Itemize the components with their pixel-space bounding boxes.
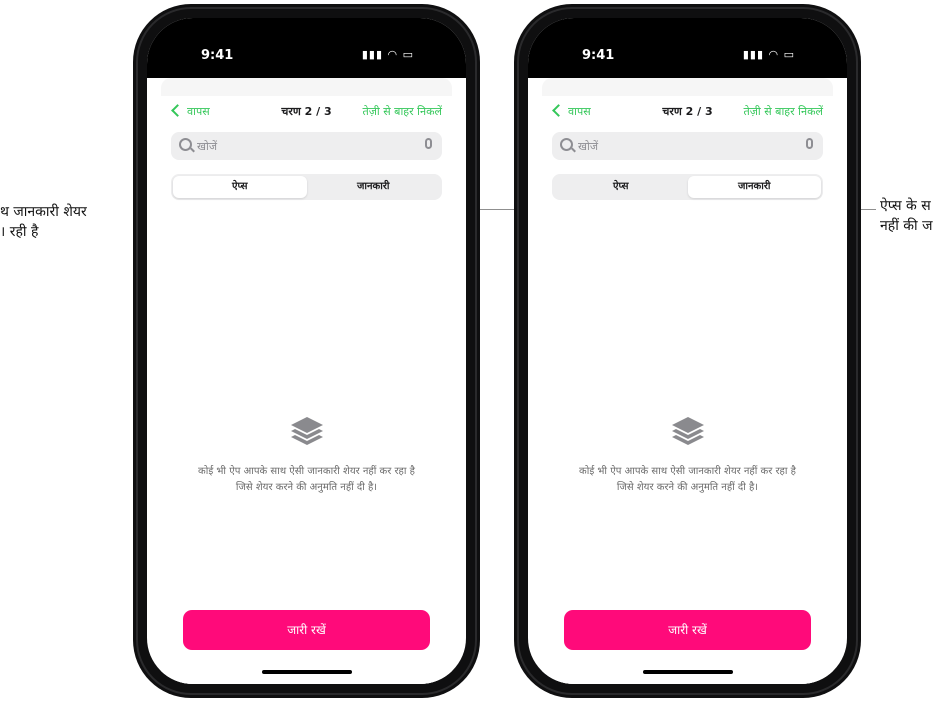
status-time: 9:41	[201, 48, 234, 63]
phone-apps-tab: 9:41 ▮▮▮ ◠ ▭ वापस चरण 2 / 3 तेज़ी से बाह…	[133, 4, 480, 698]
phone-screen: 9:41 ▮▮▮ ◠ ▭ वापस चरण 2 / 3 तेज़ी से बाह…	[147, 18, 466, 684]
quick-exit-button[interactable]: तेज़ी से बाहर निकलें	[743, 104, 823, 119]
dynamic-island	[648, 42, 758, 70]
nav-bar: वापस चरण 2 / 3 तेज़ी से बाहर निकलें	[161, 96, 452, 126]
status-bar: 9:41 ▮▮▮ ◠ ▭	[528, 18, 847, 78]
home-indicator	[261, 670, 352, 674]
dynamic-island	[267, 42, 377, 70]
sheet-content: वापस चरण 2 / 3 तेज़ी से बाहर निकलें खोजे…	[161, 96, 452, 684]
signal-wifi-battery-icon: ▮▮▮ ◠ ▭	[361, 48, 414, 61]
callout-left-line2: । रही है	[0, 224, 39, 240]
search-icon	[179, 138, 192, 151]
continue-button[interactable]: जारी रखें	[183, 610, 430, 650]
empty-state-message: कोई भी ऐप आपके साथ ऐसी जानकारी शेयर नहीं…	[579, 466, 796, 493]
segmented-control: ऐप्स जानकारी	[552, 174, 823, 200]
callout-right: ऐप्स के स नहीं की ज	[880, 196, 933, 236]
segment-info[interactable]: जानकारी	[687, 176, 821, 198]
empty-state-message: कोई भी ऐप आपके साथ ऐसी जानकारी शेयर नहीं…	[198, 466, 415, 493]
status-time: 9:41	[582, 48, 615, 63]
sheet-content: वापस चरण 2 / 3 तेज़ी से बाहर निकलें खोजे…	[542, 96, 833, 684]
continue-button[interactable]: जारी रखें	[564, 610, 811, 650]
callout-right-line1: ऐप्स के स	[880, 198, 931, 214]
microphone-icon[interactable]	[425, 138, 432, 149]
phone-info-tab: 9:41 ▮▮▮ ◠ ▭ वापस चरण 2 / 3 तेज़ी से बाह…	[514, 4, 861, 698]
callout-left-line1: थ जानकारी शेयर	[0, 204, 87, 220]
segment-apps[interactable]: ऐप्स	[554, 176, 688, 198]
search-field[interactable]: खोजें	[552, 132, 823, 160]
sheet: वापस चरण 2 / 3 तेज़ी से बाहर निकलें खोजे…	[542, 78, 833, 684]
callout-left: थ जानकारी शेयर । रही है	[0, 202, 87, 242]
search-icon	[560, 138, 573, 151]
status-bar: 9:41 ▮▮▮ ◠ ▭	[147, 18, 466, 78]
signal-wifi-battery-icon: ▮▮▮ ◠ ▭	[742, 48, 795, 61]
stack-layers-icon	[290, 417, 323, 445]
search-placeholder: खोजें	[197, 140, 218, 153]
quick-exit-button[interactable]: तेज़ी से बाहर निकलें	[362, 104, 442, 119]
search-placeholder: खोजें	[578, 140, 599, 153]
stack-layers-icon	[671, 417, 704, 445]
search-field[interactable]: खोजें	[171, 132, 442, 160]
phone-screen: 9:41 ▮▮▮ ◠ ▭ वापस चरण 2 / 3 तेज़ी से बाह…	[528, 18, 847, 684]
microphone-icon[interactable]	[806, 138, 813, 149]
sheet: वापस चरण 2 / 3 तेज़ी से बाहर निकलें खोजे…	[161, 78, 452, 684]
nav-bar: वापस चरण 2 / 3 तेज़ी से बाहर निकलें	[542, 96, 833, 126]
home-indicator	[642, 670, 733, 674]
segmented-control: ऐप्स जानकारी	[171, 174, 442, 200]
segment-apps[interactable]: ऐप्स	[173, 176, 307, 198]
callout-right-line2: नहीं की ज	[880, 218, 933, 234]
segment-info[interactable]: जानकारी	[307, 176, 441, 198]
